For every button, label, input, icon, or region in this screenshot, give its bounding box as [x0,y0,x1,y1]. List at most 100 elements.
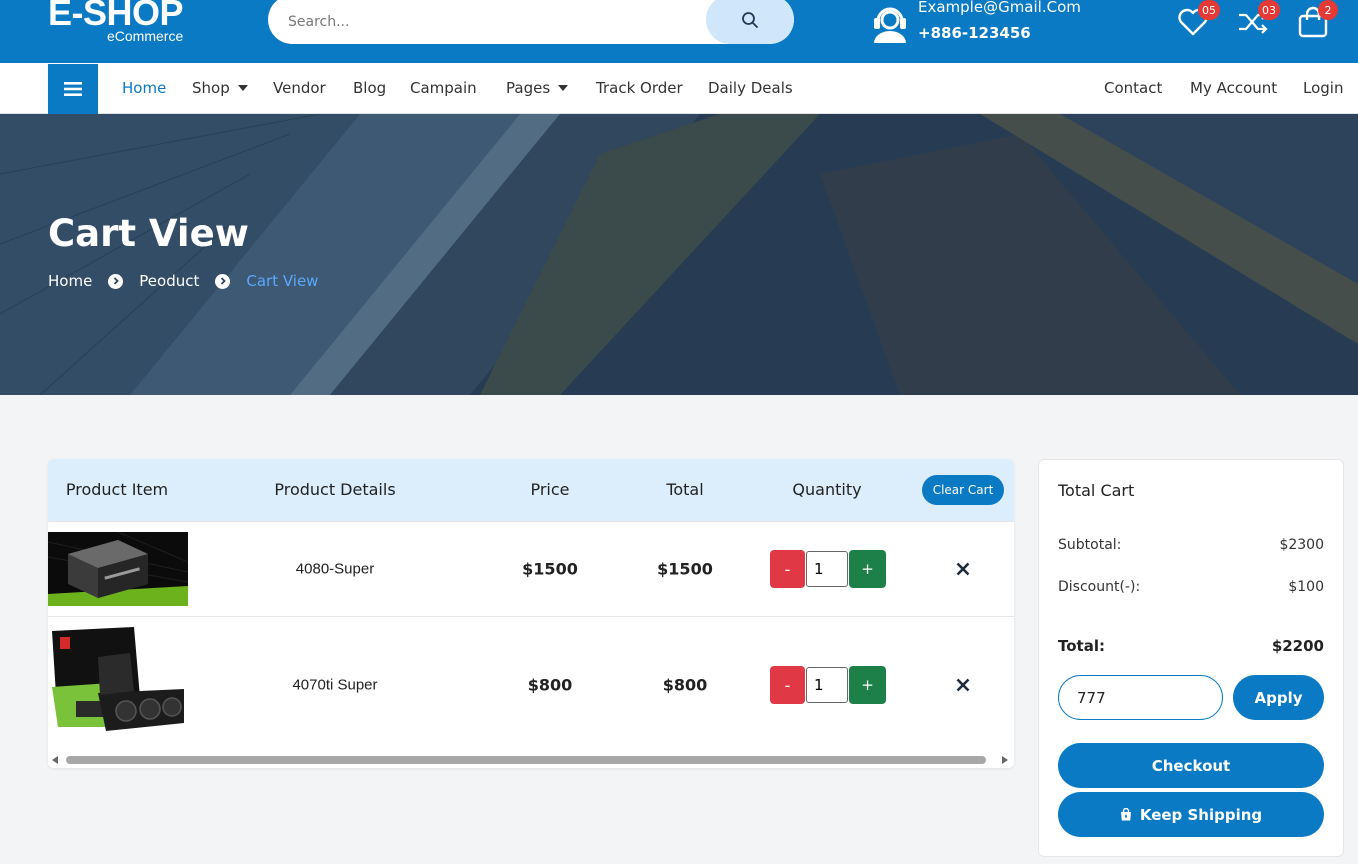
nav-track-order[interactable]: Track Order [596,79,683,97]
table-row: 4080-Super $1500 $1500 - + [48,521,1014,616]
product-price: $800 [527,675,573,695]
breadcrumb-home[interactable]: Home [48,272,92,290]
compare-button[interactable]: 03 [1236,0,1280,42]
nav-blog-label: Blog [353,79,387,97]
caret-down-icon [558,85,569,91]
headset-support-icon [874,7,906,43]
scroll-right-arrow-icon[interactable] [1002,756,1008,764]
breadcrumb-current: Cart View [246,272,319,290]
header-product-item: Product Item [65,480,169,499]
nav-shop[interactable]: Shop [192,79,248,97]
page-title: Cart View [48,212,249,255]
header-price: Price [530,480,570,499]
total-value: $2200 [1271,637,1324,655]
contact-email[interactable]: Example@Gmail.Com [918,0,1081,16]
quantity-stepper: - + [770,550,886,588]
nav-contact[interactable]: Contact [1104,79,1162,97]
scroll-left-arrow-icon[interactable] [52,756,58,764]
search-bar [268,0,794,44]
wishlist-count-badge: 05 [1198,0,1220,20]
increase-quantity-button[interactable]: + [849,550,886,588]
summary-title: Total Cart [1058,481,1135,500]
nav-vendor[interactable]: Vendor [273,79,326,97]
nav-my-account-label: My Account [1190,79,1278,97]
hamburger-icon [64,82,82,96]
nav-campain-label: Campain [410,79,477,97]
nav-vendor-label: Vendor [273,79,326,97]
caret-down-icon [237,85,248,91]
nav-home[interactable]: Home [122,79,166,97]
nav-campain[interactable]: Campain [410,79,477,97]
page-banner: Cart View Home Peoduct Cart View [0,114,1358,395]
top-header: E-SHOP eCommerce Example@Gmail.Com +886-… [0,0,1358,63]
total-line: Total: $2200 [1058,637,1324,655]
quantity-input[interactable] [806,667,848,703]
discount-value: $100 [1288,579,1324,595]
compare-count-badge: 03 [1258,0,1280,20]
chevron-right-icon [215,273,231,289]
breadcrumb: Home Peoduct Cart View [48,272,318,290]
contact-phone[interactable]: +886-123456 [918,24,1031,42]
nav-daily-deals-label: Daily Deals [708,79,793,97]
decrease-quantity-button[interactable]: - [770,550,805,588]
product-name[interactable]: 4070ti Super [292,677,377,694]
cart-summary: Total Cart Subtotal: $2300 Discount(-): … [1038,459,1344,857]
product-name[interactable]: 4080-Super [296,561,374,578]
apply-coupon-button[interactable]: Apply [1233,675,1324,720]
nav-blog[interactable]: Blog [353,79,386,97]
keep-shopping-label: Keep Shipping [1139,805,1263,824]
cart-table: Product Item Product Details Price Total… [48,459,1014,768]
coupon-input[interactable] [1058,675,1223,720]
nav-contact-label: Contact [1104,79,1163,97]
breadcrumb-product[interactable]: Peoduct [139,272,199,290]
cart-table-header: Product Item Product Details Price Total… [48,459,1014,521]
total-label: Total: [1058,637,1105,655]
product-image[interactable] [48,532,188,606]
nav-login[interactable]: Login [1303,79,1343,97]
nav-shop-label: Shop [192,79,230,97]
cart-button[interactable]: 2 [1297,0,1338,42]
search-button[interactable] [706,0,794,44]
close-icon [956,562,970,576]
search-input[interactable] [268,0,708,44]
discount-label: Discount(-): [1058,579,1141,595]
product-price: $1500 [522,559,578,579]
menu-toggle-button[interactable] [48,64,98,114]
nav-pages[interactable]: Pages [506,79,569,97]
header-total: Total [666,480,704,499]
search-icon [742,11,758,28]
product-total: $1500 [657,559,713,579]
remove-item-button[interactable] [953,559,973,579]
product-total: $800 [662,675,708,695]
nav-track-order-label: Track Order [596,79,683,97]
shopping-bag-icon [1120,808,1131,821]
header-product-details: Product Details [274,480,396,499]
subtotal-line: Subtotal: $2300 [1058,537,1324,553]
checkout-button[interactable]: Checkout [1058,743,1324,788]
nav-login-label: Login [1303,79,1344,97]
checkout-label: Checkout [1151,756,1231,775]
nav-my-account[interactable]: My Account [1190,79,1277,97]
quantity-input[interactable] [806,551,848,587]
keep-shopping-button[interactable]: Keep Shipping [1058,792,1324,837]
remove-item-button[interactable] [953,675,973,695]
nav-daily-deals[interactable]: Daily Deals [708,79,793,97]
discount-line: Discount(-): $100 [1058,579,1324,595]
nav-pages-label: Pages [506,79,551,97]
clear-cart-button[interactable]: Clear Cart [922,475,1004,505]
nav-home-label: Home [122,79,167,97]
scrollbar-thumb[interactable] [66,756,986,764]
wishlist-button[interactable]: 05 [1176,0,1220,42]
main-nav: Home Shop Vendor Blog Campain Pages Trac… [0,63,1358,114]
horizontal-scrollbar[interactable] [48,752,1014,768]
increase-quantity-button[interactable]: + [849,666,886,704]
chevron-right-icon [108,273,124,289]
subtotal-value: $2300 [1279,537,1324,553]
decrease-quantity-button[interactable]: - [770,666,805,704]
site-logo[interactable]: E-SHOP eCommerce [48,0,184,44]
quantity-stepper: - + [770,666,886,704]
subtotal-label: Subtotal: [1058,537,1122,553]
header-quantity: Quantity [792,480,862,499]
product-image[interactable] [50,627,188,741]
cart-count-badge: 2 [1318,0,1338,20]
